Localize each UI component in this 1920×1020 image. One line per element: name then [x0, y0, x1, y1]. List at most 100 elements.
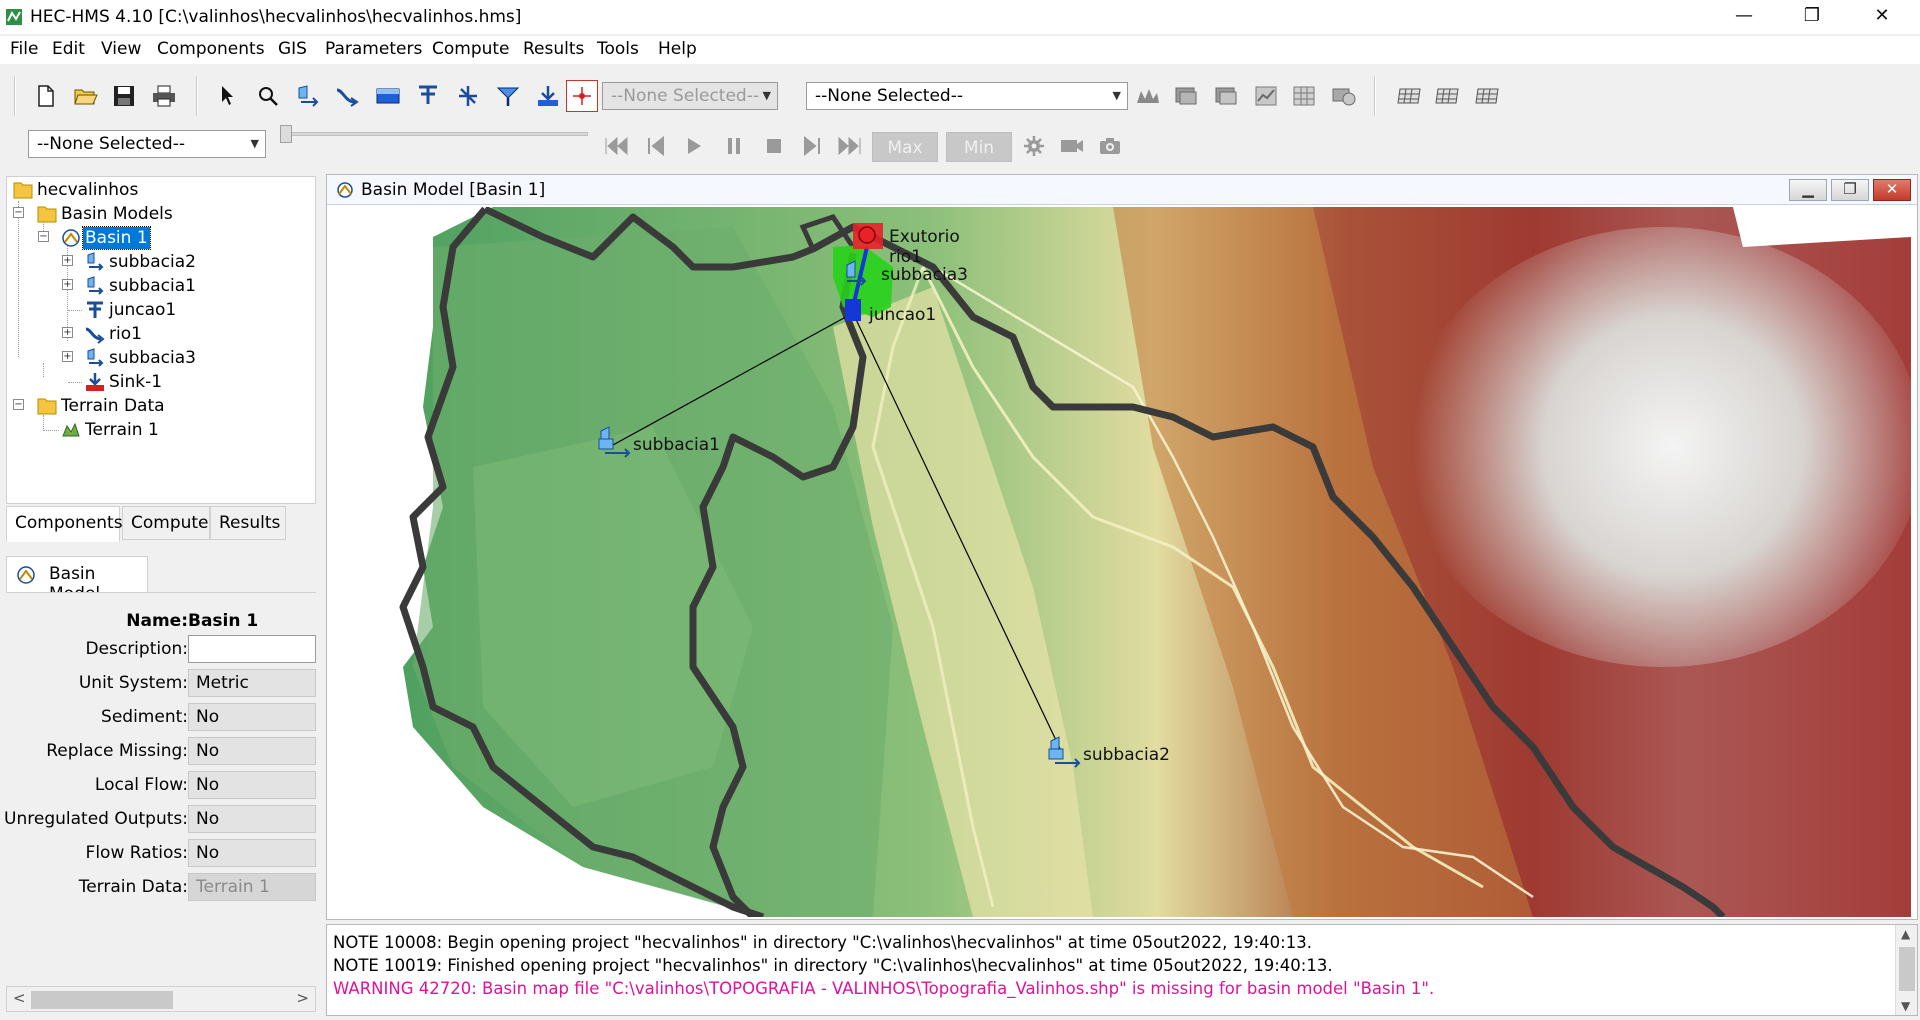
new-file-icon[interactable]	[32, 82, 60, 110]
table-icon[interactable]	[1290, 82, 1318, 110]
tab-basin-model[interactable]: Basin Model	[6, 556, 148, 604]
menu-components[interactable]: Components	[157, 39, 265, 59]
map-label-juncao1[interactable]: juncao1	[869, 305, 936, 325]
menu-view[interactable]: View	[101, 39, 141, 59]
max-button[interactable]: Max	[872, 132, 938, 162]
reservoir-tool-icon[interactable]	[374, 82, 402, 110]
subbasin-tool-icon[interactable]	[294, 82, 322, 110]
tree-label-terrain-data: Terrain Data	[61, 396, 165, 416]
save-icon[interactable]	[110, 82, 138, 110]
terrain-data-select[interactable]: Terrain 1	[188, 873, 316, 901]
scroll-left-icon[interactable]: <	[13, 989, 26, 1007]
menu-results[interactable]: Results	[523, 39, 584, 59]
menu-compute[interactable]: Compute	[432, 39, 510, 59]
map-label-subbacia1[interactable]: subbacia1	[633, 435, 720, 455]
tab-components[interactable]: Components	[6, 506, 123, 542]
junction-tool-icon[interactable]	[414, 82, 442, 110]
time-window-combo[interactable]: --None Selected-- ▼	[28, 130, 266, 158]
map-label-rio1[interactable]: rio1	[889, 247, 922, 267]
flow-ratios-select[interactable]: No	[188, 839, 316, 867]
menu-gis[interactable]: GIS	[278, 39, 307, 59]
skip-to-start-icon[interactable]	[602, 132, 630, 160]
unregulated-outputs-select[interactable]: No	[188, 805, 316, 833]
pause-icon[interactable]	[720, 132, 748, 160]
expand-icon[interactable]: +	[62, 255, 73, 266]
step-back-icon[interactable]	[642, 132, 670, 160]
field-flow-ratios: Flow Ratios: No	[6, 837, 316, 867]
terrain-data-label: Terrain Data:	[78, 877, 188, 897]
step-forward-icon[interactable]	[798, 132, 826, 160]
run-combo[interactable]: --None Selected-- ▼	[806, 82, 1128, 110]
diversion-tool-icon[interactable]	[454, 82, 482, 110]
grid-view-icon-3[interactable]	[1474, 82, 1502, 110]
menu-edit[interactable]: Edit	[52, 39, 85, 59]
time-series-icon[interactable]	[1330, 82, 1358, 110]
zoom-icon[interactable]	[254, 82, 282, 110]
scroll-right-icon[interactable]: >	[296, 989, 309, 1007]
collapse-icon[interactable]: −	[13, 399, 24, 410]
close-icon[interactable]: ✕	[1873, 179, 1911, 201]
collapse-icon[interactable]: −	[13, 207, 24, 218]
minimize-icon[interactable]: ▁	[1789, 179, 1827, 201]
map-label-exutorio[interactable]: Exutorio	[889, 227, 960, 247]
arrow-select-icon[interactable]	[214, 82, 242, 110]
tab-compute[interactable]: Compute	[122, 506, 210, 540]
scrollbar-thumb[interactable]	[1899, 947, 1915, 991]
grid-view-icon-2[interactable]	[1434, 82, 1462, 110]
menu-parameters[interactable]: Parameters	[325, 39, 422, 59]
source-tool-icon[interactable]	[494, 82, 522, 110]
expand-icon[interactable]: +	[62, 351, 73, 362]
scroll-up-icon[interactable]: ▲	[1901, 927, 1910, 941]
basin-map-canvas[interactable]: Exutorio rio1 subbacia3 juncao1 subbacia…	[333, 207, 1911, 917]
compute-run-icon[interactable]	[1134, 82, 1162, 110]
junction-marker[interactable]	[845, 299, 861, 321]
explorer-tabs: Components Compute Results	[6, 506, 316, 542]
graph-icon[interactable]	[1252, 82, 1280, 110]
element-summary-icon[interactable]	[1212, 82, 1240, 110]
time-slider-thumb[interactable]	[280, 125, 292, 143]
camera-icon[interactable]	[1096, 132, 1124, 160]
restore-icon[interactable]: ❐	[1831, 179, 1869, 201]
global-summary-icon[interactable]	[1172, 82, 1200, 110]
time-slider-track[interactable]	[282, 132, 588, 136]
reach-icon	[85, 327, 105, 344]
scrollbar-thumb[interactable]	[31, 991, 173, 1009]
skip-to-end-icon[interactable]	[836, 132, 864, 160]
min-button[interactable]: Min	[946, 132, 1012, 162]
element-combo[interactable]: --None Selected-- ▼	[602, 82, 778, 110]
stop-icon[interactable]	[760, 132, 788, 160]
field-unit-system: Unit System: Metric	[6, 667, 316, 697]
reach-tool-icon[interactable]	[334, 82, 362, 110]
collapse-icon[interactable]: −	[38, 231, 49, 242]
editor-horizontal-scrollbar[interactable]: < >	[6, 986, 316, 1012]
expand-icon[interactable]: +	[62, 327, 73, 338]
sink-tool-icon[interactable]	[534, 82, 562, 110]
map-label-subbacia3[interactable]: subbacia3	[881, 265, 968, 285]
expand-icon[interactable]: +	[62, 279, 73, 290]
message-warning-42720: WARNING 42720: Basin map file "C:\valinh…	[333, 979, 1435, 998]
minimize-button[interactable]: —	[1714, 0, 1774, 34]
gage-tool-icon[interactable]	[566, 80, 598, 112]
unit-system-label: Unit System:	[78, 673, 188, 693]
restore-button[interactable]: ❐	[1782, 0, 1842, 34]
play-icon[interactable]	[680, 132, 708, 160]
video-camera-icon[interactable]	[1058, 132, 1086, 160]
sink-icon	[86, 373, 104, 391]
tab-results[interactable]: Results	[210, 506, 286, 540]
menu-help[interactable]: Help	[658, 39, 697, 59]
description-input[interactable]	[188, 635, 316, 663]
local-flow-select[interactable]: No	[188, 771, 316, 799]
unit-system-select[interactable]: Metric	[188, 669, 316, 697]
grid-view-icon-1[interactable]	[1396, 82, 1424, 110]
map-label-subbacia2[interactable]: subbacia2	[1083, 745, 1170, 765]
replace-missing-select[interactable]: No	[188, 737, 316, 765]
scroll-down-icon[interactable]: ▼	[1901, 999, 1910, 1013]
gear-icon[interactable]	[1020, 132, 1048, 160]
sediment-select[interactable]: No	[188, 703, 316, 731]
message-log-scrollbar[interactable]: ▲ ▼	[1895, 925, 1917, 1015]
menu-file[interactable]: File	[10, 39, 38, 59]
close-button[interactable]: ✕	[1852, 0, 1912, 34]
print-icon[interactable]	[150, 82, 178, 110]
open-folder-icon[interactable]	[72, 82, 100, 110]
menu-tools[interactable]: Tools	[597, 39, 639, 59]
